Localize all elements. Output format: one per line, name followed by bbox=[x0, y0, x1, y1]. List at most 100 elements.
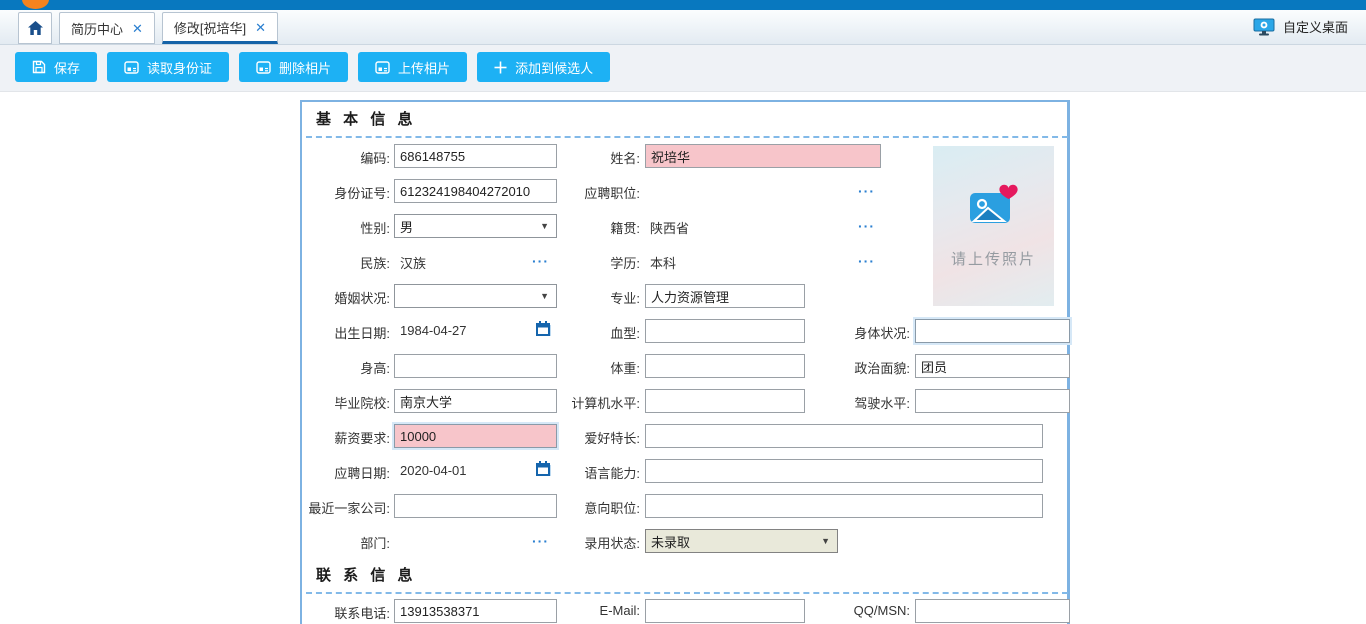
apply-date-value: 2020-04-01 bbox=[400, 463, 467, 478]
tab-edit-record[interactable]: 修改[祝培华] ✕ bbox=[162, 12, 278, 44]
close-icon[interactable]: ✕ bbox=[132, 22, 143, 35]
political-status-label: 政治面貌: bbox=[810, 358, 910, 377]
plus-icon bbox=[494, 61, 507, 74]
add-to-candidates-button[interactable]: 添加到候选人 bbox=[477, 52, 610, 82]
weight-label: 体重: bbox=[548, 358, 640, 377]
ethnicity-label: 民族: bbox=[270, 253, 390, 272]
education-label: 学历: bbox=[548, 253, 640, 272]
school-label: 毕业院校: bbox=[270, 393, 390, 412]
apply-date-label: 应聘日期: bbox=[270, 463, 390, 482]
top-browser-strip bbox=[0, 0, 1366, 10]
photo-card-icon bbox=[256, 61, 271, 74]
save-button[interactable]: 保存 bbox=[15, 52, 97, 82]
political-status-input[interactable] bbox=[915, 354, 1070, 378]
driving-skill-input[interactable] bbox=[915, 389, 1070, 413]
dropdown-arrow-icon: ▼ bbox=[821, 536, 830, 546]
qq-input[interactable] bbox=[915, 599, 1070, 623]
marital-status-label: 婚姻状况: bbox=[270, 288, 390, 307]
birth-date-value: 1984-04-27 bbox=[400, 323, 467, 338]
qq-label: QQ/MSN: bbox=[810, 603, 910, 618]
section-divider bbox=[306, 136, 1068, 138]
name-input[interactable] bbox=[645, 144, 881, 168]
code-label: 编码: bbox=[270, 148, 390, 167]
hire-status-select[interactable]: 未录取 ▼ bbox=[645, 529, 838, 553]
ethnicity-lookup-button[interactable]: ··· bbox=[532, 256, 549, 266]
read-id-card-button[interactable]: 读取身份证 bbox=[107, 52, 229, 82]
native-place-label: 籍贯: bbox=[548, 218, 640, 237]
browser-logo-icon bbox=[22, 0, 49, 9]
tab-bar: 简历中心 ✕ 修改[祝培华] ✕ 自定义桌面 bbox=[0, 10, 1366, 45]
last-company-label: 最近一家公司: bbox=[270, 498, 390, 517]
native-place-lookup-button[interactable]: ··· bbox=[858, 221, 875, 231]
email-label: E-Mail: bbox=[548, 603, 640, 618]
photo-placeholder-text: 请上传照片 bbox=[951, 248, 1036, 269]
photo-image-icon bbox=[968, 184, 1020, 228]
computer-skill-input[interactable] bbox=[645, 389, 805, 413]
tab-home[interactable] bbox=[18, 12, 52, 44]
delete-photo-button[interactable]: 删除相片 bbox=[239, 52, 348, 82]
apply-position-label: 应聘职位: bbox=[548, 183, 640, 202]
button-label: 上传相片 bbox=[398, 58, 450, 77]
button-label: 读取身份证 bbox=[147, 58, 212, 77]
phone-label: 联系电话: bbox=[270, 603, 390, 622]
major-label: 专业: bbox=[548, 288, 640, 307]
tab-label: 简历中心 bbox=[71, 19, 123, 38]
marital-status-select[interactable]: ▼ bbox=[394, 284, 557, 308]
action-toolbar: 保存 读取身份证 删除相片 上传相片 bbox=[0, 44, 1366, 92]
upload-photo-button[interactable]: 上传相片 bbox=[358, 52, 467, 82]
school-input[interactable] bbox=[394, 389, 557, 413]
education-lookup-button[interactable]: ··· bbox=[858, 256, 875, 266]
ethnicity-value: 汉族 bbox=[400, 253, 426, 272]
apply-position-lookup-button[interactable]: ··· bbox=[858, 186, 875, 196]
customize-desktop-button[interactable]: 自定义桌面 bbox=[1253, 17, 1348, 36]
health-label: 身体状况: bbox=[810, 323, 910, 342]
salary-input[interactable] bbox=[394, 424, 557, 448]
weight-input[interactable] bbox=[645, 354, 805, 378]
birth-date-label: 出生日期: bbox=[270, 323, 390, 342]
home-icon bbox=[28, 21, 43, 35]
app-window: 简历中心 ✕ 修改[祝培华] ✕ 自定义桌面 bbox=[0, 0, 1366, 624]
name-label: 姓名: bbox=[548, 148, 640, 167]
computer-skill-label: 计算机水平: bbox=[548, 393, 640, 412]
id-card-icon bbox=[124, 61, 139, 74]
save-icon bbox=[32, 60, 46, 74]
close-icon[interactable]: ✕ bbox=[255, 21, 266, 34]
blood-type-input[interactable] bbox=[645, 319, 805, 343]
gender-select[interactable]: 男 ▼ bbox=[394, 214, 557, 238]
email-input[interactable] bbox=[645, 599, 805, 623]
section-title-contact-info: 联 系 信 息 bbox=[316, 564, 417, 585]
code-input[interactable] bbox=[394, 144, 557, 168]
intended-position-input[interactable] bbox=[645, 494, 1043, 518]
tab-resume-center[interactable]: 简历中心 ✕ bbox=[59, 12, 155, 44]
id-number-input[interactable] bbox=[394, 179, 557, 203]
photo-card-icon bbox=[375, 61, 390, 74]
height-input[interactable] bbox=[394, 354, 557, 378]
blood-type-label: 血型: bbox=[548, 323, 640, 342]
section-divider bbox=[306, 592, 1068, 594]
button-label: 删除相片 bbox=[279, 58, 331, 77]
photo-upload-placeholder[interactable]: 请上传照片 bbox=[933, 146, 1054, 306]
hobby-label: 爱好特长: bbox=[548, 428, 640, 447]
native-place-value: 陕西省 bbox=[650, 218, 689, 237]
driving-skill-label: 驾驶水平: bbox=[810, 393, 910, 412]
phone-input[interactable] bbox=[394, 599, 557, 623]
department-label: 部门: bbox=[270, 533, 390, 552]
customize-desktop-label: 自定义桌面 bbox=[1283, 17, 1348, 36]
hire-status-select-value: 未录取 bbox=[651, 532, 690, 551]
height-label: 身高: bbox=[270, 358, 390, 377]
intended-position-label: 意向职位: bbox=[548, 498, 640, 517]
hire-status-label: 录用状态: bbox=[548, 533, 640, 552]
button-label: 添加到候选人 bbox=[515, 58, 593, 77]
language-input[interactable] bbox=[645, 459, 1043, 483]
last-company-input[interactable] bbox=[394, 494, 557, 518]
gender-label: 性别: bbox=[270, 218, 390, 237]
education-value: 本科 bbox=[650, 253, 676, 272]
section-title-basic-info: 基 本 信 息 bbox=[316, 108, 417, 129]
department-lookup-button[interactable]: ··· bbox=[532, 536, 549, 546]
major-input[interactable] bbox=[645, 284, 805, 308]
hobby-input[interactable] bbox=[645, 424, 1043, 448]
language-label: 语言能力: bbox=[548, 463, 640, 482]
tab-label: 修改[祝培华] bbox=[174, 18, 246, 37]
health-input[interactable] bbox=[915, 319, 1070, 343]
desktop-monitor-icon bbox=[1253, 18, 1275, 36]
